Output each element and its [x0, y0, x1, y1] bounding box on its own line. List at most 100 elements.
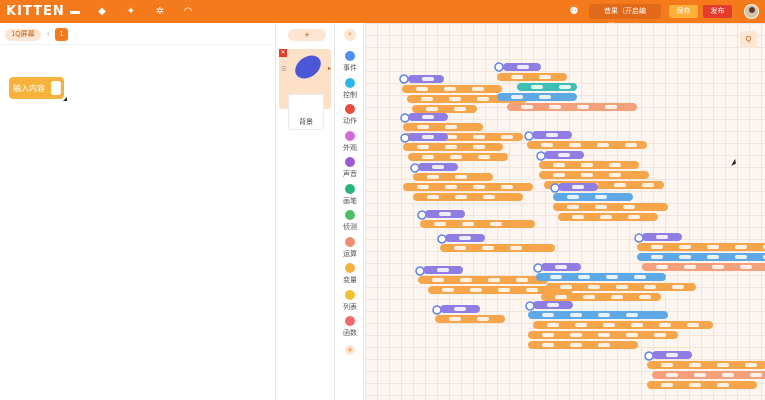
- category-1[interactable]: 控制: [336, 76, 364, 102]
- block-slot[interactable]: [437, 268, 449, 272]
- block-slot[interactable]: [606, 275, 618, 279]
- event-hat-icon[interactable]: [524, 131, 534, 141]
- block-slot[interactable]: [611, 295, 623, 299]
- event-hat-icon[interactable]: [550, 183, 560, 193]
- event-hat-icon[interactable]: [525, 301, 535, 311]
- block-slot[interactable]: [432, 165, 444, 169]
- block-slot[interactable]: [444, 87, 456, 91]
- input-widget[interactable]: 输入内容: [9, 77, 64, 99]
- block-slot[interactable]: [623, 205, 635, 209]
- block-slot[interactable]: [559, 85, 571, 89]
- block-slot[interactable]: [553, 173, 565, 177]
- block-slot[interactable]: [427, 195, 439, 199]
- block-slot[interactable]: [550, 275, 562, 279]
- block-slot[interactable]: [439, 212, 451, 216]
- block-slot[interactable]: [560, 285, 572, 289]
- block-slot[interactable]: [581, 163, 593, 167]
- event-hat-icon[interactable]: [536, 151, 546, 161]
- code-workspace[interactable]: [365, 23, 765, 400]
- block-slot[interactable]: [694, 373, 706, 377]
- block-slot[interactable]: [625, 143, 637, 147]
- category-9[interactable]: 列表: [336, 288, 364, 314]
- block-slot[interactable]: [427, 175, 439, 179]
- block-slot[interactable]: [483, 195, 495, 199]
- block-slot[interactable]: [539, 95, 551, 99]
- more-icon[interactable]: ☰: [281, 66, 286, 73]
- category-10[interactable]: 函数: [336, 314, 364, 340]
- block-slot[interactable]: [488, 278, 500, 282]
- block-slot[interactable]: [626, 313, 638, 317]
- block-slot[interactable]: [546, 133, 558, 137]
- block-slot[interactable]: [442, 288, 454, 292]
- category-5[interactable]: 画笔: [336, 182, 364, 208]
- block-slot[interactable]: [644, 285, 656, 289]
- folder-icon[interactable]: ▬: [68, 5, 82, 18]
- block-slot[interactable]: [454, 107, 466, 111]
- block-slot[interactable]: [539, 75, 551, 79]
- block-slot[interactable]: [542, 333, 554, 337]
- event-hat-icon[interactable]: [533, 263, 543, 273]
- code-block[interactable]: [412, 105, 477, 113]
- user-settings-icon[interactable]: ⚉: [567, 5, 581, 18]
- block-slot[interactable]: [634, 275, 646, 279]
- block-slot[interactable]: [598, 343, 610, 347]
- event-hat-icon[interactable]: [432, 305, 442, 315]
- block-slot[interactable]: [609, 173, 621, 177]
- event-hat-icon[interactable]: [399, 74, 409, 84]
- block-slot[interactable]: [547, 303, 559, 307]
- search-icon[interactable]: ⌕: [344, 29, 356, 41]
- block-slot[interactable]: [712, 265, 724, 269]
- event-hat-icon[interactable]: [415, 266, 425, 276]
- block-slot[interactable]: [666, 373, 678, 377]
- block-slot[interactable]: [735, 245, 747, 249]
- block-slot[interactable]: [679, 245, 691, 249]
- block-slot[interactable]: [449, 317, 461, 321]
- event-hat-icon[interactable]: [437, 234, 447, 244]
- block-slot[interactable]: [542, 343, 554, 347]
- block-slot[interactable]: [516, 278, 528, 282]
- block-slot[interactable]: [567, 195, 579, 199]
- block-slot[interactable]: [445, 145, 457, 149]
- block-slot[interactable]: [462, 222, 474, 226]
- block-slot[interactable]: [598, 313, 610, 317]
- block-slot[interactable]: [666, 353, 678, 357]
- code-block[interactable]: [497, 73, 567, 81]
- block-slot[interactable]: [595, 195, 607, 199]
- block-slot[interactable]: [745, 363, 757, 367]
- block-slot[interactable]: [707, 255, 719, 259]
- code-block[interactable]: [497, 93, 577, 101]
- block-slot[interactable]: [654, 333, 666, 337]
- zoom-button[interactable]: Q: [740, 31, 757, 48]
- block-slot[interactable]: [454, 246, 466, 250]
- block-slot[interactable]: [547, 323, 559, 327]
- block-slot[interactable]: [417, 185, 429, 189]
- project-name-field[interactable]: 昔果（开启编辑：！！）: [589, 4, 661, 30]
- screen-tab[interactable]: 1Q屏幕: [5, 29, 41, 41]
- block-slot[interactable]: [661, 383, 673, 387]
- block-slot[interactable]: [555, 265, 567, 269]
- bag-icon[interactable]: ◆: [95, 5, 109, 18]
- block-slot[interactable]: [570, 313, 582, 317]
- block-slot[interactable]: [542, 313, 554, 317]
- block-slot[interactable]: [572, 185, 584, 189]
- category-2[interactable]: 动作: [336, 102, 364, 128]
- event-hat-icon[interactable]: [400, 133, 410, 143]
- block-slot[interactable]: [555, 295, 567, 299]
- block-slot[interactable]: [614, 183, 626, 187]
- block-slot[interactable]: [598, 333, 610, 337]
- block-slot[interactable]: [583, 295, 595, 299]
- block-slot[interactable]: [416, 87, 428, 91]
- block-slot[interactable]: [717, 363, 729, 367]
- block-slot[interactable]: [575, 323, 587, 327]
- block-slot[interactable]: [473, 185, 485, 189]
- block-slot[interactable]: [553, 163, 565, 167]
- block-slot[interactable]: [595, 205, 607, 209]
- block-slot[interactable]: [740, 265, 752, 269]
- block-slot[interactable]: [689, 383, 701, 387]
- block-slot[interactable]: [517, 65, 529, 69]
- chevron-left-icon[interactable]: ‹: [47, 29, 50, 38]
- block-slot[interactable]: [642, 183, 654, 187]
- block-slot[interactable]: [472, 87, 484, 91]
- block-slot[interactable]: [570, 343, 582, 347]
- block-slot[interactable]: [679, 255, 691, 259]
